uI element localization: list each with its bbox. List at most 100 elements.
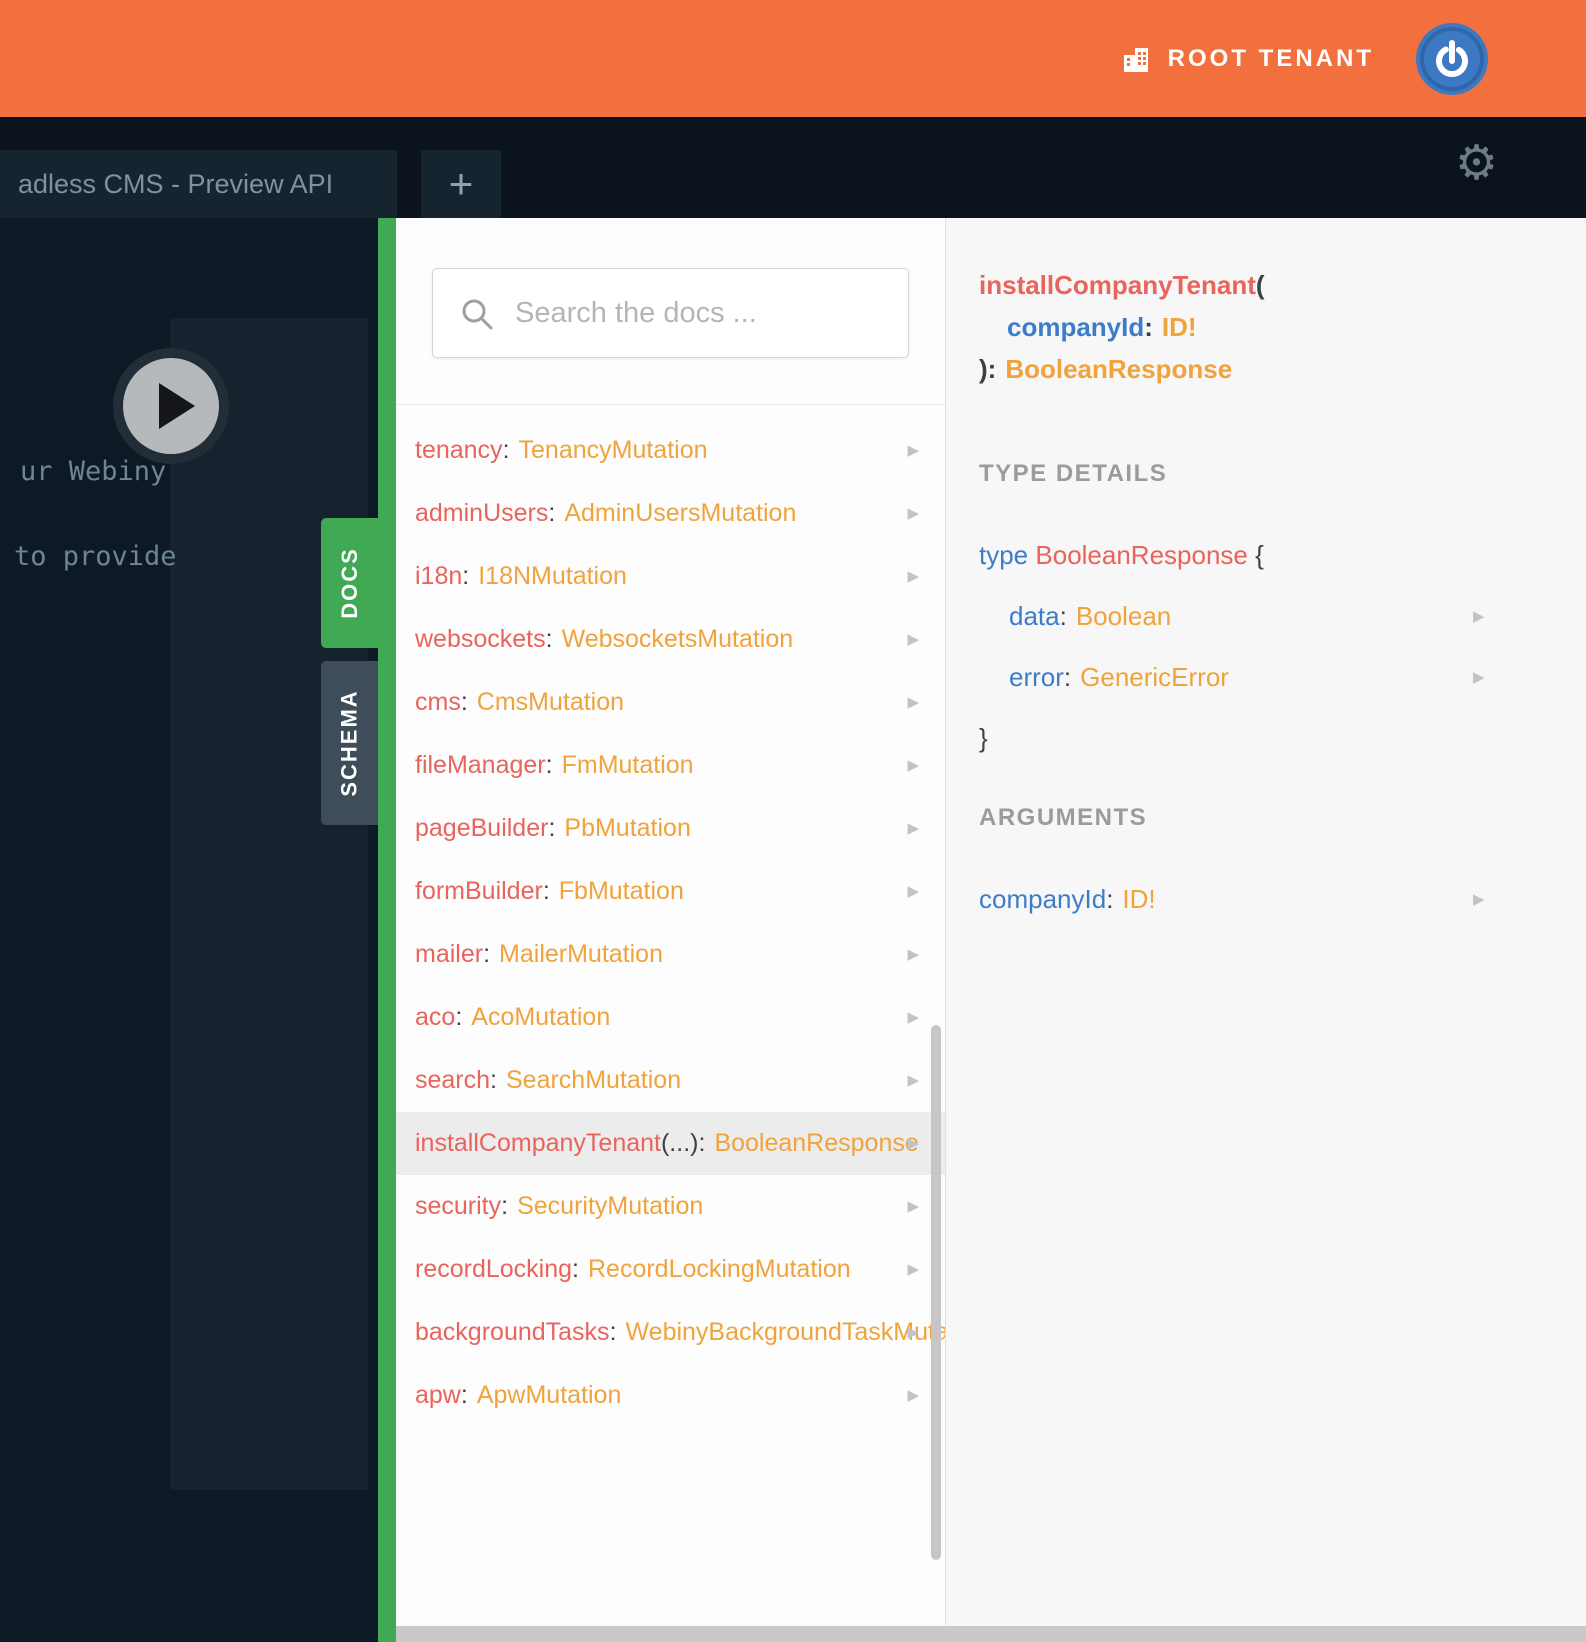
field-type: RecordLockingMutation — [587, 1255, 851, 1283]
doc-item-security[interactable]: security: SecurityMutation ▶ — [396, 1175, 945, 1238]
graphql-playground-window: ROOT TENANT adless CMS - Preview API + ⚙… — [0, 0, 1586, 1642]
field-type: PbMutation — [564, 814, 691, 842]
field-type: FbMutation — [558, 877, 684, 905]
docs-explorer-panel: tenancy:TenancyMutation▶ adminUsers:Admi… — [396, 218, 989, 1642]
chevron-right-icon: ▶ — [907, 630, 919, 648]
horizontal-scrollbar[interactable] — [396, 1626, 1586, 1642]
field-name: aco — [415, 1003, 456, 1031]
chevron-right-icon: ▶ — [1473, 668, 1485, 686]
chevron-right-icon: ▶ — [907, 756, 919, 774]
signature-field-name: installCompanyTenant — [979, 270, 1256, 300]
building-icon — [1123, 47, 1148, 72]
field-type: CmsMutation — [476, 688, 625, 716]
session-tabbar: adless CMS - Preview API + ⚙ — [0, 117, 1586, 218]
chevron-right-icon: ▶ — [907, 1197, 919, 1215]
docs-tab-label: DOCS — [336, 547, 362, 619]
field-name: recordLocking — [415, 1255, 573, 1283]
doc-item-adminUsers[interactable]: adminUsers: AdminUsersMutation ▶ — [396, 482, 945, 545]
field-name: websockets — [415, 625, 546, 653]
execute-query-button[interactable] — [113, 348, 229, 464]
user-avatar-power-button[interactable] — [1416, 22, 1488, 95]
query-editor-pane[interactable]: ur Webiny to provide — [0, 218, 396, 1642]
chevron-right-icon: ▶ — [907, 1386, 919, 1404]
docs-side-tab[interactable]: DOCS — [321, 518, 378, 648]
field-name: tenancy — [415, 436, 503, 464]
doc-item-apw[interactable]: apw: ApwMutation ▶ — [396, 1364, 945, 1427]
docs-field-list: tenancy: TenancyMutation ▶ adminUsers: Admi… — [396, 405, 989, 1427]
doc-item-i18n[interactable]: i18n: I18NMutation ▶ — [396, 545, 945, 608]
editor-sub-pane — [170, 318, 368, 1490]
doc-item-installCompanyTenant[interactable]: installCompanyTenant(...): BooleanRespons… — [396, 1112, 945, 1175]
field-name: pageBuilder — [415, 814, 549, 842]
docs-search-area — [396, 218, 945, 405]
type-declaration: type BooleanResponse { — [979, 540, 1264, 570]
chevron-right-icon: ▶ — [1473, 607, 1485, 625]
field-detail-panel: installCompanyTenant( companyId: ID! ): Bo… — [946, 218, 1586, 1642]
chevron-right-icon: ▶ — [1473, 890, 1485, 908]
search-icon — [462, 299, 493, 330]
type-details-heading: TYPE DETAILS — [979, 460, 1168, 487]
chevron-right-icon: ▶ — [907, 1134, 919, 1152]
field-name: installCompanyTenant — [415, 1129, 661, 1157]
doc-item-formBuilder[interactable]: formBuilder: FbMutation ▶ — [396, 860, 945, 923]
type-field-name: data — [1009, 601, 1060, 631]
doc-item-tenancy[interactable]: tenancy: TenancyMutation ▶ — [396, 419, 945, 482]
editor-code-line: to provide — [14, 541, 177, 572]
plus-icon: + — [448, 160, 474, 207]
new-tab-button[interactable]: + — [421, 150, 501, 218]
chevron-right-icon: ▶ — [907, 693, 919, 711]
schema-tab-label: SCHEMA — [336, 689, 362, 797]
settings-gear-icon[interactable]: ⚙ — [1455, 139, 1498, 187]
field-type: MailerMutation — [499, 940, 663, 968]
field-type: ApwMutation — [476, 1381, 622, 1409]
doc-item-mailer[interactable]: mailer: MailerMutation ▶ — [396, 923, 945, 986]
arguments-heading: ARGUMENTS — [979, 804, 1148, 831]
power-icon — [1416, 22, 1488, 95]
signature-return-type: BooleanResponse — [1005, 354, 1233, 384]
field-type: FmMutation — [561, 751, 694, 779]
doc-item-websockets[interactable]: websockets: WebsocketsMutation ▶ — [396, 608, 945, 671]
field-type: AdminUsersMutation — [564, 499, 797, 527]
chevron-right-icon: ▶ — [907, 882, 919, 900]
session-tab[interactable]: adless CMS - Preview API — [0, 150, 397, 218]
type-field-type: Boolean — [1075, 601, 1172, 631]
chevron-right-icon: ▶ — [907, 504, 919, 522]
chevron-right-icon: ▶ — [907, 1008, 919, 1026]
argument-name: companyId — [979, 884, 1107, 914]
chevron-right-icon: ▶ — [907, 1071, 919, 1089]
type-name[interactable]: BooleanResponse — [1035, 540, 1248, 570]
schema-side-tab[interactable]: SCHEMA — [321, 661, 378, 825]
field-name: adminUsers — [415, 499, 549, 527]
doc-item-fileManager[interactable]: fileManager: FmMutation ▶ — [396, 734, 945, 797]
chevron-right-icon: ▶ — [907, 1260, 919, 1278]
chevron-right-icon: ▶ — [907, 441, 919, 459]
doc-item-recordLocking[interactable]: recordLocking: RecordLockingMutation ▶ — [396, 1238, 945, 1301]
docs-vertical-scrollbar[interactable] — [931, 1025, 941, 1560]
type-closing-brace: } — [979, 723, 988, 753]
field-name: security — [415, 1192, 502, 1220]
doc-item-search[interactable]: search: SearchMutation ▶ — [396, 1049, 945, 1112]
doc-item-cms[interactable]: cms: CmsMutation ▶ — [396, 671, 945, 734]
doc-item-backgroundTasks[interactable]: backgroundTasks: WebinyBackgroundTaskMuta… — [396, 1301, 989, 1364]
doc-item-aco[interactable]: aco: AcoMutation ▶ — [396, 986, 945, 1049]
play-icon — [159, 383, 195, 429]
argument-companyId[interactable]: companyId: ID! ▶ — [979, 884, 1546, 915]
type-field-data[interactable]: data: Boolean ▶ — [979, 601, 1546, 632]
doc-item-pageBuilder[interactable]: pageBuilder: PbMutation ▶ — [396, 797, 945, 860]
chevron-right-icon: ▶ — [907, 567, 919, 585]
main-area: ur Webiny to provide DOCS SCHEMA Search … — [0, 218, 1586, 1642]
field-name: formBuilder — [415, 877, 543, 905]
signature-arg-name: companyId — [1007, 312, 1145, 342]
chevron-right-icon: ▶ — [907, 945, 919, 963]
field-type: SearchMutation — [506, 1066, 682, 1094]
field-signature: installCompanyTenant( companyId: ID! ): Bo… — [979, 270, 1265, 384]
type-field-error[interactable]: error: GenericError ▶ — [979, 662, 1546, 693]
docs-search-input[interactable] — [433, 269, 908, 357]
tenant-selector[interactable]: ROOT TENANT — [1122, 45, 1374, 73]
docs-resize-handle[interactable] — [378, 218, 396, 1642]
field-type: SecurityMutation — [517, 1192, 704, 1220]
chevron-right-icon: ▶ — [907, 1323, 919, 1341]
field-type: AcoMutation — [471, 1003, 611, 1031]
tenant-label: ROOT TENANT — [1167, 44, 1374, 72]
docs-search-box — [432, 268, 909, 358]
